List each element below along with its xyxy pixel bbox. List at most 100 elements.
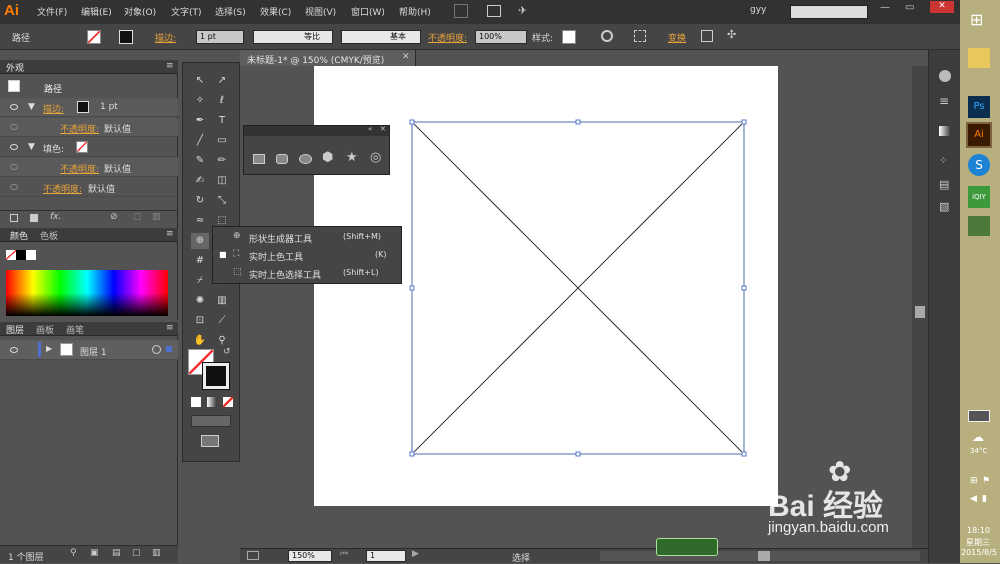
eye-icon[interactable] <box>10 124 18 130</box>
selection-tool[interactable]: ↖ <box>191 73 209 89</box>
appearance-fill-row[interactable]: ▼ 填色: <box>0 138 178 157</box>
style-swatch[interactable] <box>562 30 576 44</box>
tab-layers[interactable]: 图层 <box>6 323 24 336</box>
duplicate-icon[interactable]: ▢ <box>133 212 142 222</box>
menu-view[interactable]: 视图(V) <box>305 5 336 18</box>
keyboard-icon[interactable] <box>968 410 990 422</box>
clear-icon[interactable]: ⊘ <box>110 212 118 222</box>
zoom-dropdown[interactable]: 150% <box>288 550 332 562</box>
first-page-icon[interactable]: ⏮ <box>340 549 348 559</box>
fx-icon[interactable]: fx. <box>50 212 61 222</box>
horizontal-scrollbar[interactable] <box>600 551 920 561</box>
vertical-scrollbar[interactable] <box>912 66 928 548</box>
anchor-point[interactable] <box>409 119 415 125</box>
pen-tool[interactable]: ✒ <box>191 113 209 129</box>
document-tab[interactable]: 未标题-1* @ 150% (CMYK/预览) ✕ <box>240 50 416 66</box>
anchor-point[interactable] <box>575 119 581 125</box>
magic-wand-tool[interactable]: ✧ <box>191 93 209 109</box>
arrange-documents-icon[interactable] <box>487 5 501 17</box>
menu-object[interactable]: 对象(O) <box>124 5 156 18</box>
flag-icon[interactable]: ⚑ <box>982 476 990 486</box>
selection-indicator[interactable] <box>166 346 172 352</box>
photoshop-icon[interactable]: Ps <box>968 96 990 118</box>
ellipse-icon[interactable] <box>299 154 312 164</box>
draw-mode-icons[interactable] <box>191 415 231 427</box>
color-mode-icon[interactable] <box>191 397 201 407</box>
appearance-opacity-row[interactable]: 不透明度: 默认值 <box>0 118 178 137</box>
menu-file[interactable]: 文件(F) <box>37 5 67 18</box>
graph-tool[interactable]: ▥ <box>213 293 231 309</box>
explorer-icon[interactable] <box>968 48 990 68</box>
polygon-icon[interactable]: ⬢ <box>322 150 333 165</box>
appearance-fill-opacity-row[interactable]: 不透明度: 默认值 <box>0 158 178 177</box>
hand-tool[interactable]: ✋ <box>191 333 209 349</box>
menu-effect[interactable]: 效果(C) <box>260 5 291 18</box>
stroke-row-swatch[interactable] <box>77 101 89 113</box>
transform-link[interactable]: 变换 <box>668 31 686 44</box>
clip-icon[interactable]: ▣ <box>90 548 99 558</box>
rectangle-icon[interactable] <box>253 154 265 164</box>
sublayer-icon[interactable]: ▤ <box>112 548 121 558</box>
start-icon[interactable]: ⊞ <box>970 10 983 29</box>
tab-appearance[interactable]: 外观 <box>6 61 24 74</box>
rectangle-tool[interactable]: ▭ <box>213 133 231 149</box>
expand-icon[interactable]: ▶ <box>46 344 52 353</box>
collapse-icon[interactable]: « <box>368 125 372 133</box>
opacity-label[interactable]: 不透明度: <box>428 31 467 44</box>
add-fill-icon[interactable] <box>30 214 38 222</box>
line-tool[interactable]: ╱ <box>191 133 209 149</box>
eyedropper-tool[interactable]: ⌿ <box>191 273 209 289</box>
illustrator-icon[interactable]: Ai <box>968 124 990 146</box>
menu-shape-builder[interactable]: ⊕ 形状生成器工具 (Shift+M) <box>219 229 399 247</box>
object-opacity-label[interactable]: 不透明度: <box>43 182 82 195</box>
menu-select[interactable]: 选择(S) <box>215 5 246 18</box>
menu-help[interactable]: 帮助(H) <box>399 5 431 18</box>
menu-live-paint-selection[interactable]: ⬚ 实时上色选择工具 (Shift+L) <box>219 265 399 283</box>
eye-icon[interactable] <box>10 104 18 110</box>
anchor-point[interactable] <box>741 451 747 457</box>
appearance-stroke-row[interactable]: ▼ 描边: 1 pt <box>0 98 178 117</box>
bridge-icon[interactable] <box>454 4 468 18</box>
white-swatch[interactable] <box>26 250 36 260</box>
new-layer-icon[interactable]: ▢ <box>132 548 141 558</box>
sogou-icon[interactable]: S <box>968 154 990 176</box>
add-stroke-icon[interactable] <box>10 214 18 222</box>
layers-panel-icon[interactable]: ▧ <box>939 200 949 213</box>
signal-icon[interactable]: ▮ <box>982 494 987 504</box>
screen-mode-icon[interactable] <box>201 435 219 447</box>
scroll-thumb[interactable] <box>758 551 770 561</box>
close-icon[interactable]: ✕ <box>380 125 386 133</box>
locate-icon[interactable]: ⚲ <box>70 548 77 558</box>
screen-icon[interactable] <box>247 551 259 560</box>
warp-tool[interactable]: ≈ <box>191 213 209 229</box>
network-icon[interactable]: ⊞ <box>970 476 978 486</box>
layer-row[interactable]: ▶ 图层 1 <box>0 340 178 360</box>
eye-icon[interactable] <box>10 164 18 170</box>
swap-icon[interactable]: ↺ <box>223 347 231 357</box>
artboard-tool[interactable]: ⊡ <box>191 313 209 329</box>
eye-icon[interactable] <box>10 144 18 150</box>
brush-dropdown[interactable]: 基本 <box>341 30 421 44</box>
fill-row-swatch[interactable] <box>76 141 88 153</box>
none-swatch[interactable] <box>6 250 16 260</box>
anchor-point[interactable] <box>409 451 415 457</box>
panel-menu-icon[interactable]: ≡ <box>166 61 174 71</box>
gradient-mode-icon[interactable] <box>207 397 217 407</box>
paintbrush-tool[interactable]: ✎ <box>191 153 209 169</box>
fill-swatch[interactable] <box>87 30 101 44</box>
more-options-icon[interactable]: ✣ <box>727 28 736 41</box>
stroke-profile-dropdown[interactable]: 等比 <box>253 30 333 44</box>
recolor-icon[interactable] <box>601 30 613 42</box>
target-icon[interactable] <box>152 345 161 354</box>
layer-name[interactable]: 图层 1 <box>80 345 107 358</box>
flyout-header[interactable]: « ✕ <box>244 125 389 136</box>
color-spectrum[interactable] <box>6 270 168 316</box>
panel-menu-icon[interactable]: ≡ <box>166 323 174 333</box>
maximize-button[interactable]: ▭ <box>905 2 914 13</box>
rotate-tool[interactable]: ↻ <box>191 193 209 209</box>
tab-color[interactable]: 颜色 <box>10 229 28 242</box>
pathfinder-icon[interactable]: ▤ <box>939 178 949 191</box>
page-field[interactable]: 1 <box>366 550 406 562</box>
fill-opacity-label[interactable]: 不透明度: <box>60 162 99 175</box>
align-panel-icon[interactable]: ≡ <box>939 94 949 108</box>
